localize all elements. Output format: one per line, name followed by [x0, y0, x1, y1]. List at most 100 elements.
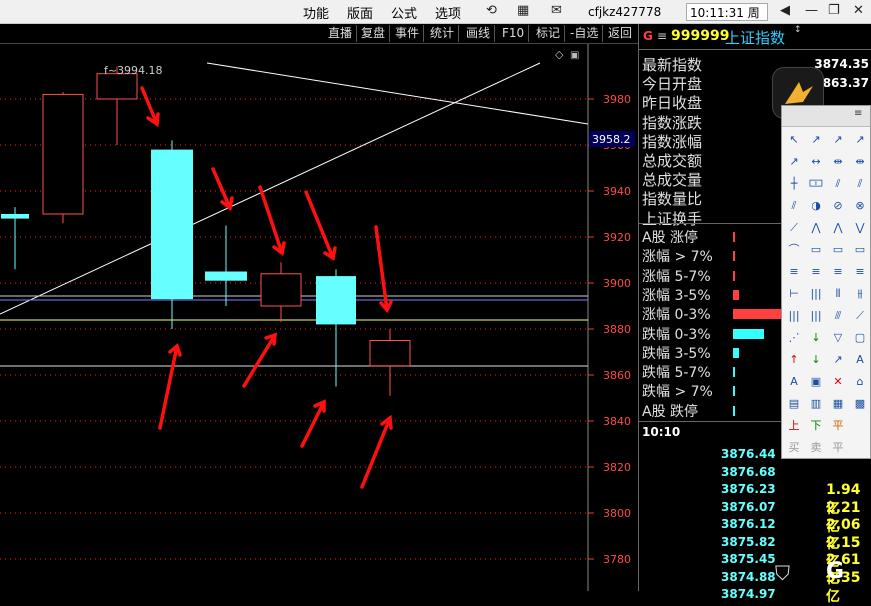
drawing-tool-icon[interactable]: ▭ — [850, 240, 870, 260]
back-arrow-icon[interactable]: ◀ — [780, 3, 790, 18]
distribution-label: 涨幅 0-3% — [642, 307, 711, 324]
drawing-tool-icon[interactable]: ⋰ — [784, 328, 804, 348]
drawing-tool-icon[interactable]: ▭ — [806, 240, 826, 260]
tick-time: 10:10 — [642, 425, 681, 439]
flat-icon[interactable]: 平 — [828, 416, 848, 436]
drawing-tool-icon[interactable]: ⋀ — [806, 218, 826, 238]
drawing-tool-icon[interactable]: ▥ — [806, 394, 826, 414]
drawing-tool-icon[interactable]: ⫵ — [850, 284, 870, 304]
drawing-tool-icon[interactable]: ⊗ — [850, 196, 870, 216]
stat-label: 昨日收盘 — [642, 94, 703, 113]
palette-menu-icon[interactable]: ≡ — [854, 108, 862, 119]
stat-label: 指数涨幅 — [642, 132, 703, 151]
drawing-tool-icon[interactable]: ↓ — [806, 328, 826, 348]
bag-icon[interactable]: ⛉ — [775, 561, 790, 585]
drawing-tool-icon[interactable]: 🀱 — [806, 174, 826, 194]
drawing-tool-icon[interactable]: A — [850, 350, 870, 370]
candlestick-chart[interactable]: 3980396039403920390038803860384038203800… — [0, 44, 638, 591]
drawing-tool-icon[interactable]: ⊢ — [784, 284, 804, 304]
refresh-icon[interactable]: ⟲ — [486, 3, 497, 18]
drawing-tool-icon[interactable]: ≡ — [850, 262, 870, 282]
drawing-tool-icon[interactable]: ▤ — [784, 394, 804, 414]
buy-icon[interactable]: 上 — [784, 416, 804, 436]
drawing-tool-icon[interactable]: ⇹ — [828, 152, 848, 172]
drawing-tool-icon[interactable]: ↓ — [806, 350, 826, 370]
g-label[interactable]: G — [643, 29, 653, 43]
drawing-tool-icon[interactable]: ↗ — [806, 130, 826, 150]
drawing-tool-icon[interactable]: ▽ — [828, 328, 848, 348]
drawing-tool-icon[interactable]: ≡ — [784, 262, 804, 282]
drawing-tool-icon[interactable]: ◑ — [806, 196, 826, 216]
drawing-tool-icon[interactable]: ⫽ — [850, 174, 870, 194]
ytick-label: 3820 — [603, 461, 631, 474]
drawing-tool-icon[interactable]: ⋁ — [850, 218, 870, 238]
drawing-tool-icon[interactable]: ↗ — [850, 130, 870, 150]
drawing-tool-icon[interactable]: ↑ — [784, 350, 804, 370]
drawing-tool-icon[interactable]: ⟋ — [784, 218, 804, 238]
tick-price: 3876.12 — [721, 517, 776, 531]
menu-formula[interactable]: 公式 — [391, 3, 417, 22]
menu-icon[interactable]: ≡ — [657, 29, 667, 43]
drawing-tool-icon[interactable]: ▭ — [828, 240, 848, 260]
drawing-tool-icon[interactable]: ↗ — [784, 152, 804, 172]
drawing-tool-icon[interactable]: ↗ — [828, 350, 848, 370]
drawing-tool-icon[interactable]: A — [784, 372, 804, 392]
message-icon[interactable]: ✉ — [551, 3, 562, 18]
tab-watchlist[interactable]: -自选 — [566, 25, 604, 42]
drawing-tool-icon[interactable]: ▦ — [828, 394, 848, 414]
tab-live[interactable]: 直播 — [324, 25, 358, 42]
drawing-tool-icon[interactable]: ⫽ — [828, 174, 848, 194]
distribution-label: 涨幅 5-7% — [642, 268, 711, 285]
tab-draw[interactable]: 画线 — [462, 25, 496, 42]
drawing-tool-icon[interactable]: ↖ — [784, 130, 804, 150]
drawing-tool-icon[interactable]: ⋀ — [828, 218, 848, 238]
tab-replay[interactable]: 复盘 — [357, 25, 391, 42]
menu-function[interactable]: 功能 — [303, 3, 329, 22]
candle-body-down — [316, 276, 356, 325]
stat-label: 指数涨跌 — [642, 113, 703, 132]
drawing-tool-icon[interactable]: ↔ — [806, 152, 826, 172]
sort-icon[interactable]: ↕ — [794, 25, 802, 35]
tab-stats[interactable]: 统计 — [426, 25, 460, 42]
g-icon[interactable]: G — [826, 559, 844, 584]
close-icon[interactable]: ✕ — [853, 3, 864, 18]
drawing-tool-icon[interactable]: ⟋ — [850, 306, 870, 326]
ytick-label: 3900 — [603, 277, 631, 290]
ytick-label: 3880 — [603, 323, 631, 336]
drawing-tool-icon[interactable]: ↗ — [828, 130, 848, 150]
drawing-tool-icon[interactable]: ≡ — [806, 262, 826, 282]
drawing-tool-icon[interactable]: ▩ — [850, 394, 870, 414]
drawing-tool-icon[interactable]: ⌒ — [784, 240, 804, 260]
high-marker-icon: f~ — [104, 64, 117, 77]
drawing-tool-icon[interactable]: ⌂ — [850, 372, 870, 392]
tab-mark[interactable]: 标记 — [532, 25, 566, 42]
drawing-tool-icon[interactable]: ▢ — [850, 328, 870, 348]
stat-label: 总成交额 — [642, 152, 703, 170]
drawing-tool-icon[interactable]: ▣ — [806, 372, 826, 392]
drawing-tool-icon[interactable]: ||| — [806, 284, 826, 304]
drawing-tool-icon[interactable]: ┼ — [784, 174, 804, 194]
candle-body-down — [1, 214, 29, 219]
drawing-tool-icon[interactable]: ⫽ — [784, 196, 804, 216]
sell-label: 卖 — [810, 441, 822, 454]
minimize-icon[interactable]: — — [805, 3, 818, 18]
ytick-label: 3840 — [603, 415, 631, 428]
svg-text:3958.2: 3958.2 — [592, 133, 631, 146]
menu-options[interactable]: 选项 — [435, 3, 461, 22]
drawing-tool-icon[interactable]: ✕ — [828, 372, 848, 392]
drawing-tool-icon[interactable]: ⊘ — [828, 196, 848, 216]
drawing-tool-icon[interactable]: ⇹ — [850, 152, 870, 172]
calculator-icon[interactable]: ▦ — [517, 3, 529, 18]
drawing-tool-icon[interactable]: ⫻ — [828, 306, 848, 326]
drawing-tool-icon[interactable]: ≡ — [828, 262, 848, 282]
restore-icon[interactable]: ❐ — [828, 3, 840, 18]
tab-events[interactable]: 事件 — [391, 25, 425, 42]
tab-back[interactable]: 返回 — [604, 25, 636, 42]
drawing-tool-icon[interactable]: ⫴ — [828, 284, 848, 304]
tab-f10[interactable]: F10 — [498, 25, 530, 42]
menu-layout[interactable]: 版面 — [347, 3, 373, 22]
candle-body-up — [96, 73, 138, 100]
drawing-tool-icon[interactable]: ||| — [784, 306, 804, 326]
sell-icon[interactable]: 下 — [806, 416, 826, 436]
drawing-tool-icon[interactable]: ||| — [806, 306, 826, 326]
